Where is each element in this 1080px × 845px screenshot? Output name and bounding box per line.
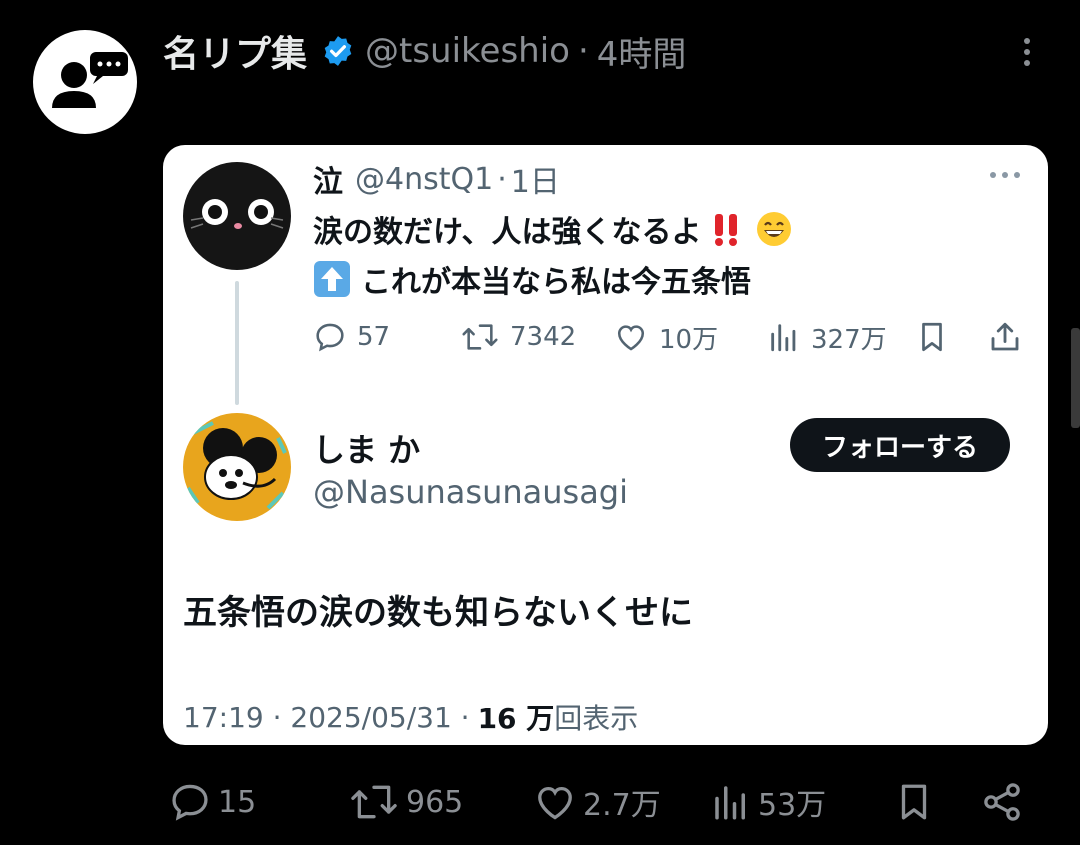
retweet-icon	[462, 324, 498, 350]
original-tweet-text-2: これが本当なら私は今五条悟	[361, 265, 751, 300]
original-author-handle: @4nstQ1	[355, 161, 494, 197]
thread-connector-line	[235, 281, 239, 405]
original-retweet-count: 7342	[460, 317, 576, 357]
up-arrow-emoji-icon	[314, 261, 350, 297]
reply-author-name: しま か	[313, 431, 421, 469]
reply-button[interactable]: 15	[168, 780, 256, 824]
original-tweet-time: 1日	[510, 165, 560, 200]
heart-icon	[538, 786, 572, 820]
author-handle[interactable]: @tsuikeshio	[365, 31, 570, 71]
double-exclamation-emoji-icon	[714, 214, 737, 246]
more-options-icon[interactable]	[1012, 34, 1042, 70]
analytics-bars-icon	[715, 786, 745, 820]
reply-author-avatar	[183, 413, 291, 521]
original-tweet-text-1: 涙の数だけ、人は強くなるよ	[313, 215, 702, 250]
reply-count: 15	[218, 784, 257, 820]
like-button[interactable]: 2.7万	[533, 780, 661, 824]
original-view-count: 327万	[767, 317, 887, 357]
retweet-count: 965	[406, 784, 464, 820]
reply-timestamp: 17:19 · 2025/05/31 ·	[183, 700, 470, 734]
more-options-icon	[990, 172, 1020, 178]
separator-dot: ·	[577, 31, 589, 71]
reply-timestamp-row: 17:19 · 2025/05/31 · 16 万 回表示	[183, 697, 638, 737]
black-cat-face-icon	[190, 199, 284, 229]
reply-text: 五条悟の涙の数も知らないくせに	[183, 593, 693, 633]
follow-button: フォローする	[790, 418, 1010, 472]
reply-icon	[172, 784, 208, 821]
bookmark-icon	[922, 322, 942, 352]
author-name[interactable]: 名リプ集	[163, 25, 307, 77]
reply-icon	[316, 323, 344, 352]
original-author-name: 泣	[313, 165, 343, 200]
original-author-avatar	[183, 162, 291, 270]
share-upload-icon	[991, 322, 1019, 351]
author-avatar[interactable]	[33, 30, 137, 134]
grinning-face-emoji-icon	[756, 212, 791, 246]
tweet-time[interactable]: 4時間	[597, 27, 687, 76]
view-count: 53万	[758, 788, 827, 823]
embedded-screenshot-card[interactable]: 泣 @4nstQ1 · 1日 涙の数だけ、人は強くなるよ これが本当なら私は今五…	[163, 145, 1048, 745]
reply-author-handle: @Nasunasunausagi	[313, 473, 628, 511]
original-tweet-line-2: これが本当なら私は今五条悟	[313, 257, 751, 301]
separator-dot: ·	[497, 161, 507, 197]
original-tweet-line-1: 涙の数だけ、人は強くなるよ	[313, 207, 798, 251]
user-chat-icon	[52, 52, 128, 108]
retweet-button[interactable]: 965	[348, 780, 463, 824]
bookmark-icon[interactable]	[893, 780, 935, 824]
share-icon[interactable]	[980, 780, 1024, 824]
retweet-icon	[351, 785, 397, 819]
original-tweet-header: 泣 @4nstQ1 · 1日	[313, 159, 560, 201]
verified-badge-icon	[324, 36, 352, 66]
heart-icon	[617, 325, 645, 351]
analytics-bars-icon	[771, 324, 796, 352]
tweet-header: 名リプ集 @tsuikeshio · 4時間	[163, 26, 686, 76]
original-like-count: 10万	[613, 317, 718, 357]
reply-view-count: 16 万	[477, 702, 555, 735]
scrollbar[interactable]	[1071, 328, 1080, 428]
reply-view-label: 回表示	[554, 702, 639, 735]
original-reply-count: 57	[313, 317, 390, 357]
views-button[interactable]: 53万	[710, 780, 826, 824]
mouse-character-icon	[186, 421, 287, 510]
like-count: 2.7万	[583, 788, 661, 823]
